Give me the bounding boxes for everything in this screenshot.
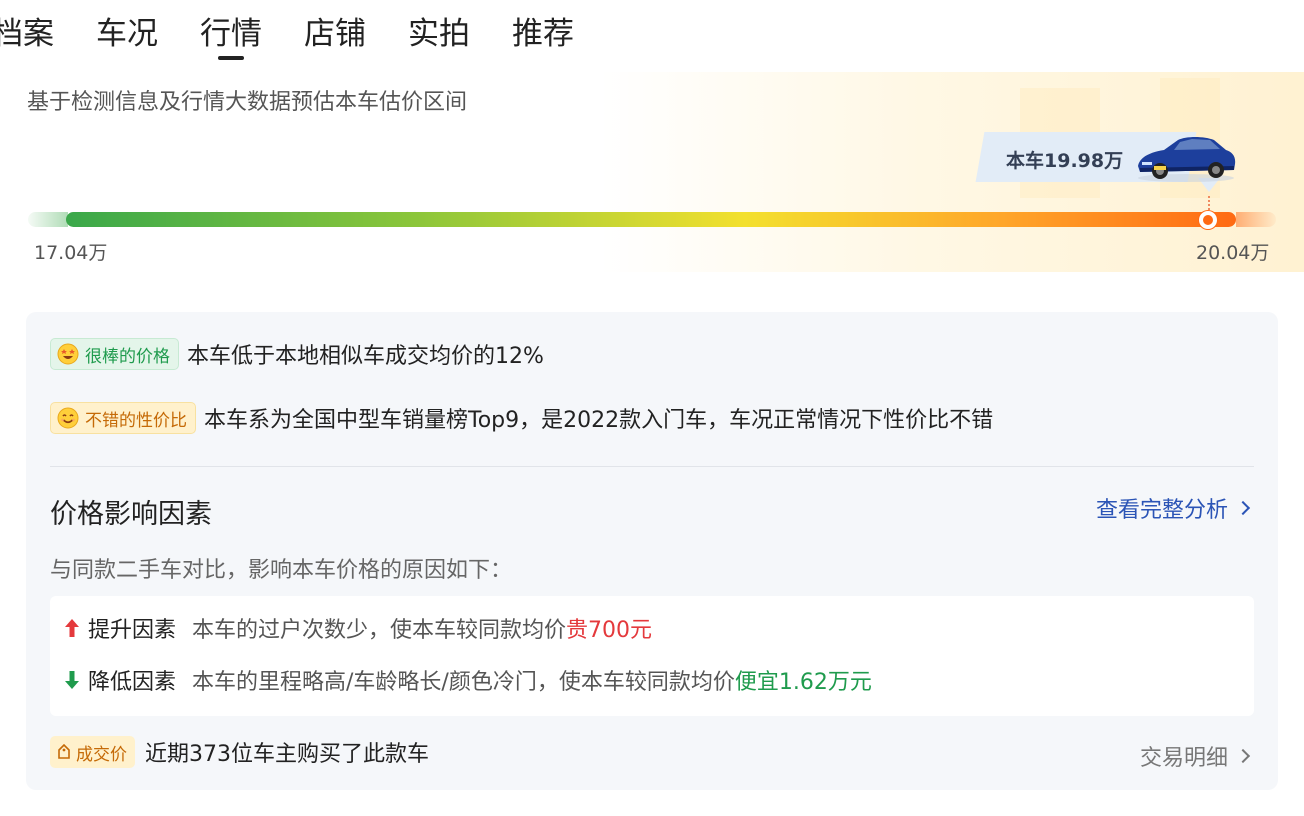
value-badge-label: 不错的性价比	[85, 410, 187, 431]
up-factor-row: 提升因素 本车的过户次数少，使本车较同款均价 贵700元	[64, 612, 652, 644]
range-min-label: 17.04万	[34, 242, 108, 264]
price-tag-icon	[58, 744, 70, 759]
down-factor-amount: 便宜1.62万元	[734, 670, 872, 695]
transaction-detail-label: 交易明细	[1139, 746, 1228, 771]
factor-list: 提升因素 本车的过户次数少，使本车较同款均价 贵700元 降低因素 本车的里程略…	[50, 596, 1254, 716]
smile-emoji-icon	[57, 407, 79, 429]
arrow-up-icon	[65, 619, 79, 637]
great-price-row: 很棒的价格 本车低于本地相似车成交均价的12%	[50, 338, 544, 370]
view-full-analysis-label: 查看完整分析	[1095, 498, 1228, 523]
value-row: 不错的性价比 本车系为全国中型车销量榜Top9，是2022款入门车，车况正常情况…	[50, 402, 993, 434]
price-estimate-section: 基于检测信息及行情大数据预估本车估价区间 本车19.98万 17.04万 20.…	[0, 72, 1304, 272]
estimate-description: 基于检测信息及行情大数据预估本车估价区间	[27, 90, 468, 115]
tab-market[interactable]: 行情	[200, 0, 262, 50]
deal-text: 近期373位车主购买了此款车	[145, 742, 429, 767]
price-analysis-card: 很棒的价格 本车低于本地相似车成交均价的12% 不错的性价比 本车系为全国中型车…	[26, 312, 1278, 790]
up-factor-text: 本车的过户次数少，使本车较同款均价	[192, 618, 567, 643]
chevron-right-icon	[1235, 748, 1251, 764]
tab-archive[interactable]: 档案	[0, 0, 54, 50]
range-max-label: 20.04万	[1196, 242, 1270, 264]
tab-store[interactable]: 店铺	[304, 0, 366, 50]
tab-photos[interactable]: 实拍	[408, 0, 470, 50]
down-factor-row: 降低因素 本车的里程略高/车龄略长/颜色冷门，使本车较同款均价 便宜1.62万元	[64, 664, 872, 696]
chevron-right-icon	[1235, 500, 1251, 516]
car-price-marker	[1199, 211, 1217, 229]
deal-price-badge-label: 成交价	[76, 744, 127, 765]
tab-bar: 档案 车况 行情 店铺 实拍 推荐	[0, 0, 616, 70]
transaction-detail-link[interactable]: 交易明细	[1139, 740, 1251, 772]
great-price-text: 本车低于本地相似车成交均价的12%	[187, 344, 544, 369]
deal-price-row: 成交价 近期373位车主购买了此款车	[50, 736, 429, 768]
divider	[50, 466, 1254, 467]
up-factor-label: 提升因素	[88, 618, 177, 643]
down-factor-text: 本车的里程略高/车龄略长/颜色冷门，使本车较同款均价	[192, 670, 735, 695]
star-eyes-emoji-icon	[57, 343, 79, 365]
value-badge: 不错的性价比	[50, 402, 196, 434]
car-icon	[1138, 137, 1236, 182]
compare-description: 与同款二手车对比，影响本车价格的原因如下：	[50, 558, 513, 583]
great-price-badge-label: 很棒的价格	[85, 346, 170, 367]
car-price-label: 本车19.98万	[1006, 150, 1124, 172]
tab-recommend[interactable]: 推荐	[512, 0, 574, 50]
deal-price-badge: 成交价	[50, 736, 135, 768]
up-factor-amount: 贵700元	[566, 618, 653, 643]
range-bar-fade-right	[1236, 212, 1276, 227]
view-full-analysis-link[interactable]: 查看完整分析	[1095, 492, 1251, 524]
tab-condition[interactable]: 车况	[96, 0, 158, 50]
price-range-bar	[66, 212, 1236, 227]
price-factors-title: 价格影响因素	[50, 499, 212, 530]
down-factor-label: 降低因素	[88, 670, 177, 695]
great-price-badge: 很棒的价格	[50, 338, 179, 370]
range-bar-fade-left	[28, 212, 68, 227]
arrow-down-icon	[65, 671, 79, 689]
value-text: 本车系为全国中型车销量榜Top9，是2022款入门车，车况正常情况下性价比不错	[204, 408, 994, 433]
